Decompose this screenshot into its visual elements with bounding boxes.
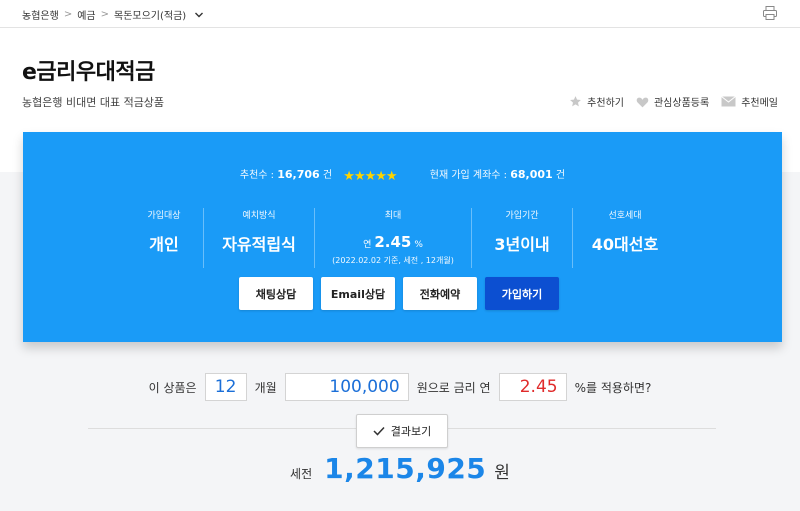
info-method: 예치방식 자유적립식 (204, 208, 314, 268)
star-icon (570, 96, 582, 107)
breadcrumb: 농협은행 > 예금 > 목돈모으기(적금) (22, 7, 204, 22)
breadcrumb-item-deposit[interactable]: 예금 (77, 7, 95, 22)
info-generation: 선호세대 40대선호 (573, 208, 677, 268)
phone-reserve-button[interactable]: 전화예약 (403, 277, 477, 310)
show-result-button[interactable]: 결과보기 (356, 414, 448, 448)
info-gen-label: 선호세대 (608, 211, 642, 221)
calc-text-months: 개월 (254, 380, 277, 395)
result-prefix: 세전 (290, 467, 313, 481)
info-period-value: 3년이내 (494, 235, 550, 254)
breadcrumb-separator: > (63, 9, 73, 20)
result-unit: 원 (494, 463, 510, 483)
rating-star-icon: ★ (353, 169, 366, 184)
rating-star-icon: ★ (343, 169, 355, 184)
rating-stars: ★★★★★ (343, 169, 398, 184)
info-target-label: 가입대상 (147, 211, 181, 221)
product-stats: 추천수 : 16,706 건 ★★★★★ 현재 가입 계좌수 : 68,001 … (23, 166, 782, 184)
join-button[interactable]: 가입하기 (485, 277, 559, 310)
check-icon (373, 426, 385, 436)
calc-text-apply: %를 적용하면? (574, 380, 652, 395)
info-period-label: 가입기간 (505, 211, 539, 221)
info-method-value: 자유적립식 (222, 235, 296, 254)
heart-icon (636, 97, 649, 107)
info-max-prefix: 연 (363, 240, 372, 250)
email-consult-button[interactable]: Email상담 (321, 277, 395, 310)
info-target-value: 개인 (149, 235, 179, 254)
rating-star-icon: ★ (385, 169, 398, 184)
page-title: e금리우대적금 (22, 60, 155, 85)
info-max-note: (2022.02.02 기준, 세전 , 12개월) (332, 256, 454, 265)
info-max-label: 최대 (384, 211, 402, 221)
email-recommend-button[interactable]: 추천메일 (721, 94, 778, 109)
amount-input[interactable]: 100,000 (284, 373, 409, 401)
recommend-count-label: 추천수 : (239, 170, 275, 181)
favorite-label: 관심상품등록 (653, 98, 710, 109)
info-max-rate-number: 2.45 (374, 233, 412, 251)
accounts-count-label: 현재 가입 계좌수 : (429, 170, 508, 181)
breadcrumb-item-savings[interactable]: 목돈모으기(적금) (114, 7, 186, 22)
chat-consult-button[interactable]: 채팅상담 (239, 277, 313, 310)
product-info-row: 가입대상 개인 예치방식 자유적립식 최대 연 2.45% (2022.02.02… (125, 208, 677, 268)
info-period: 가입기간 3년이내 (472, 208, 572, 268)
recommend-count: 16,706 (277, 168, 320, 181)
rate-input[interactable]: 2.45 (498, 373, 567, 401)
show-result-label: 결과보기 (390, 425, 432, 438)
info-max-unit: % (414, 240, 423, 250)
consult-buttons: 채팅상담 Email상담 전화예약 가입하기 (239, 277, 567, 310)
info-max-rate: 최대 연 2.45% (2022.02.02 기준, 세전 , 12개월) (315, 208, 471, 268)
recommend-button[interactable]: 추천하기 (569, 94, 624, 109)
info-max-rate-value: 연 2.45% (315, 233, 471, 251)
calc-text-product: 이 상품은 (148, 380, 197, 395)
calc-result: 세전 1,215,925 원 (0, 452, 800, 485)
mail-icon (721, 96, 736, 107)
accounts-count: 68,001 (510, 168, 553, 181)
recommend-count-unit: 건 (322, 170, 333, 181)
info-target: 가입대상 개인 (125, 208, 203, 268)
breadcrumb-separator: > (100, 9, 109, 20)
accounts-count-unit: 건 (555, 170, 566, 181)
info-gen-value: 40대선호 (591, 235, 659, 254)
product-summary-card: 추천수 : 16,706 건 ★★★★★ 현재 가입 계좌수 : 68,001 … (23, 132, 782, 342)
email-recommend-label: 추천메일 (741, 98, 778, 109)
product-actions: 추천하기 관심상품등록 추천메일 (557, 94, 778, 109)
top-bar: 농협은행 > 예금 > 목돈모으기(적금) (0, 0, 800, 28)
chevron-down-icon[interactable] (194, 10, 204, 20)
rating-star-icon: ★ (375, 169, 387, 184)
result-amount: 1,215,925 (324, 452, 487, 485)
info-method-label: 예치방식 (242, 211, 276, 221)
interest-calculator: 이 상품은 12 개월 100,000 원으로 금리 연 2.45 %를 적용하… (0, 373, 800, 401)
print-icon[interactable] (762, 5, 778, 21)
favorite-button[interactable]: 관심상품등록 (636, 94, 709, 109)
recommend-label: 추천하기 (587, 98, 624, 109)
breadcrumb-item-bank[interactable]: 농협은행 (22, 7, 59, 22)
page-subtitle: 농협은행 비대면 대표 적금상품 (22, 96, 165, 109)
months-input[interactable]: 12 (204, 373, 247, 401)
calc-text-rate: 원으로 금리 연 (416, 380, 491, 395)
rating-star-icon: ★ (364, 169, 377, 184)
